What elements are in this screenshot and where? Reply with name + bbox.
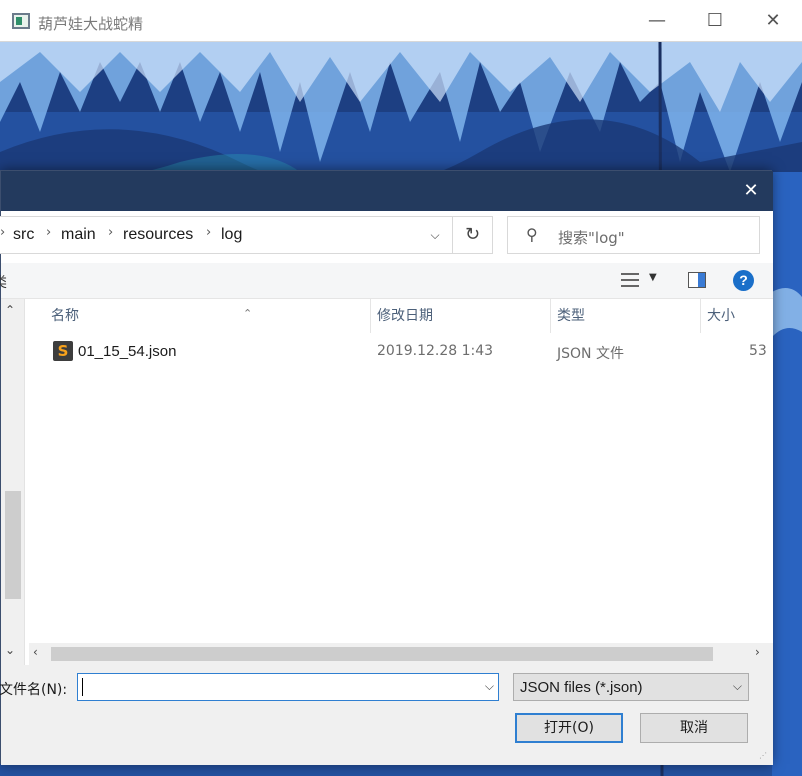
game-titlebar: 葫芦娃大战蛇精 — ☐ ✕ xyxy=(0,0,802,42)
file-modified: 2019.12.28 1:43 xyxy=(377,343,494,359)
horizontal-scrollbar-thumb[interactable] xyxy=(51,647,713,661)
navigation-scrollbar-thumb[interactable] xyxy=(5,491,21,599)
filetype-select[interactable]: JSON files (*.json) ⌵ xyxy=(513,673,749,701)
breadcrumb-resources[interactable]: resources xyxy=(123,226,193,244)
breadcrumb-main[interactable]: main xyxy=(61,226,96,244)
scroll-up-icon[interactable]: ⌃ xyxy=(5,303,15,317)
preview-pane-icon[interactable] xyxy=(688,272,706,288)
sort-ascending-icon: ⌃ xyxy=(243,307,253,320)
dialog-footer: 文件名(N): ⌵ JSON files (*.json) ⌵ 打开(O) 取消… xyxy=(0,665,773,765)
breadcrumb-separator[interactable]: › xyxy=(108,225,113,240)
scroll-right-icon[interactable]: › xyxy=(755,645,760,659)
breadcrumb-separator[interactable]: › xyxy=(46,225,51,240)
open-file-dialog: ✕ › src › main › resources › log ⌵ ↻ ⚲ 搜… xyxy=(0,170,773,765)
cancel-button[interactable]: 取消 xyxy=(640,713,748,743)
navigation-pane[interactable]: ⌃ ) ⌄ xyxy=(1,299,25,665)
help-icon[interactable]: ? xyxy=(733,270,754,291)
file-name: 01_15_54.json xyxy=(78,343,177,360)
app-icon xyxy=(12,13,30,29)
column-header-size[interactable]: 大小 xyxy=(699,299,773,333)
view-options-icon[interactable] xyxy=(621,272,639,288)
filename-dropdown-icon[interactable]: ⌵ xyxy=(485,679,494,694)
dialog-close-button[interactable]: ✕ xyxy=(729,171,773,211)
close-button[interactable]: ✕ xyxy=(744,0,802,42)
search-input[interactable]: ⚲ 搜索"log" xyxy=(507,216,760,254)
file-size: 53 xyxy=(749,343,767,359)
address-history-dropdown[interactable]: ⌵ xyxy=(420,217,450,253)
file-row[interactable]: S 01_15_54.json 2019.12.28 1:43 JSON 文件 … xyxy=(45,339,773,369)
breadcrumb-separator[interactable]: › xyxy=(206,225,211,240)
filename-label: 文件名(N): xyxy=(0,682,68,698)
dialog-titlebar: ✕ xyxy=(1,171,773,211)
minimize-button[interactable]: — xyxy=(628,0,686,42)
text-caret xyxy=(82,678,83,696)
resize-grip-icon[interactable]: ⋰ xyxy=(759,751,767,760)
file-list-area: ⌃ ) ⌄ 名称 ⌃ 修改日期 类型 大小 S 01_15_54.json 20… xyxy=(1,299,773,665)
address-row: › src › main › resources › log ⌵ ↻ ⚲ 搜索"… xyxy=(0,211,773,263)
filetype-dropdown-icon: ⌵ xyxy=(732,679,742,693)
address-bar[interactable]: › src › main › resources › log ⌵ ↻ xyxy=(0,216,493,254)
horizontal-scrollbar[interactable]: ‹ › xyxy=(29,643,773,665)
column-name-label: 名称 xyxy=(51,308,79,324)
refresh-icon[interactable]: ↻ xyxy=(452,217,492,253)
filetype-value: JSON files (*.json) xyxy=(520,679,643,696)
new-folder-button-partial[interactable]: 类 xyxy=(0,272,7,292)
breadcrumb-chevron[interactable]: › xyxy=(0,225,5,240)
scroll-left-icon[interactable]: ‹ xyxy=(33,645,38,659)
window-title: 葫芦娃大战蛇精 xyxy=(38,15,144,33)
column-header-modified[interactable]: 修改日期 xyxy=(369,299,551,333)
dialog-toolbar: 类 ▼ ? xyxy=(0,263,773,299)
breadcrumb-log[interactable]: log xyxy=(221,226,242,244)
desktop: 葫芦娃大战蛇精 — ☐ ✕ ✕ › src › main › resources… xyxy=(0,0,802,776)
file-type: JSON 文件 xyxy=(557,346,624,362)
scroll-down-icon[interactable]: ⌄ xyxy=(5,643,15,657)
breadcrumb-src[interactable]: src xyxy=(13,226,34,244)
column-header-name[interactable]: 名称 ⌃ xyxy=(43,299,371,333)
filename-input[interactable]: ⌵ xyxy=(77,673,499,701)
column-header-type[interactable]: 类型 xyxy=(549,299,701,333)
view-dropdown-icon[interactable]: ▼ xyxy=(649,272,657,283)
search-icon: ⚲ xyxy=(526,225,538,244)
search-placeholder: 搜索"log" xyxy=(558,229,625,247)
sublime-file-icon: S xyxy=(53,341,73,361)
open-button[interactable]: 打开(O) xyxy=(515,713,623,743)
maximize-button[interactable]: ☐ xyxy=(686,0,744,42)
